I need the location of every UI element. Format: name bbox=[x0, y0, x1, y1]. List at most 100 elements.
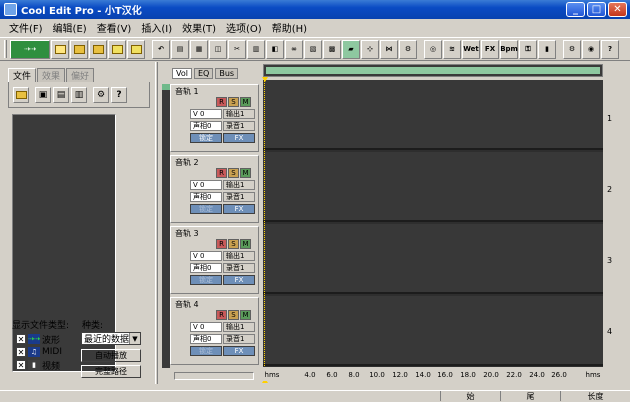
tab-eq[interactable]: EQ bbox=[193, 68, 214, 79]
chevron-down-icon[interactable]: ▼ bbox=[129, 333, 140, 344]
copy-icon[interactable]: ▧ bbox=[304, 39, 322, 59]
close-button[interactable]: ✕ bbox=[608, 2, 627, 17]
kind-select[interactable]: 最近的数据 ▼ bbox=[81, 332, 141, 345]
track-header-4[interactable]: 音轨 4 R S M V 0 输出1 声相0 录音1 锁定 FX bbox=[170, 297, 259, 365]
echo-icon[interactable]: ≋ bbox=[443, 39, 461, 59]
undo-icon[interactable]: ↶ bbox=[152, 39, 170, 59]
volume-field[interactable]: V 0 bbox=[190, 180, 222, 190]
track-lane-2[interactable] bbox=[263, 152, 603, 222]
playhead-line[interactable] bbox=[264, 80, 265, 370]
waveform-view-button[interactable]: ⇢⇢ bbox=[10, 39, 50, 59]
options-icon[interactable]: ⚙ bbox=[93, 86, 109, 103]
grid-icon[interactable]: ▩ bbox=[323, 39, 341, 59]
menu-edit[interactable]: 编辑(E) bbox=[48, 20, 92, 35]
output-field[interactable]: 输出1 bbox=[223, 251, 255, 261]
session-overview-bar[interactable] bbox=[263, 64, 603, 77]
save-icon[interactable] bbox=[108, 39, 126, 59]
tab-bus[interactable]: Bus bbox=[215, 68, 239, 79]
bpm-button[interactable]: Bpm bbox=[500, 39, 518, 59]
split-icon[interactable]: ▥ bbox=[247, 39, 265, 59]
volume-field[interactable]: V 0 bbox=[190, 109, 222, 119]
fx-button[interactable]: FX bbox=[223, 346, 255, 356]
menu-effects[interactable]: 效果(T) bbox=[177, 20, 221, 35]
input-field[interactable]: 录音1 bbox=[223, 263, 255, 273]
tab-vol[interactable]: Vol bbox=[172, 68, 192, 79]
playhead-top-marker[interactable] bbox=[262, 77, 268, 82]
output-field[interactable]: 输出1 bbox=[223, 109, 255, 119]
track-header-2[interactable]: 音轨 2 R S M V 0 输出1 声相0 录音1 锁定 FX bbox=[170, 155, 259, 223]
volume-field[interactable]: V 0 bbox=[190, 322, 222, 332]
pan-field[interactable]: 声相0 bbox=[190, 192, 222, 202]
fx-button[interactable]: FX bbox=[223, 275, 255, 285]
input-field[interactable]: 录音1 bbox=[223, 121, 255, 131]
mix-icon[interactable]: ▤ bbox=[171, 39, 189, 59]
frame-icon[interactable]: ◫ bbox=[209, 39, 227, 59]
import-icon[interactable]: ▣ bbox=[35, 86, 51, 103]
reverb-icon[interactable]: ◎ bbox=[424, 39, 442, 59]
tab-effects[interactable]: 效果 bbox=[37, 68, 66, 82]
track-lane-3[interactable] bbox=[263, 224, 603, 294]
record-arm-button[interactable]: R bbox=[216, 97, 227, 107]
settings-icon[interactable]: ⚙ bbox=[563, 39, 581, 59]
track-header-3[interactable]: 音轨 3 R S M V 0 输出1 声相0 录音1 锁定 FX bbox=[170, 226, 259, 294]
auto-play-button[interactable]: 自动播放 bbox=[81, 349, 141, 362]
snap-icon[interactable]: ⊹ bbox=[361, 39, 379, 59]
overview-range[interactable] bbox=[266, 67, 600, 74]
full-path-button[interactable]: 完整路径 bbox=[81, 365, 141, 378]
solo-button[interactable]: S bbox=[228, 239, 239, 249]
output-field[interactable]: 输出1 bbox=[223, 322, 255, 332]
maximize-button[interactable]: □ bbox=[587, 2, 606, 17]
insert-icon[interactable]: ▤ bbox=[53, 86, 69, 103]
select-wave-icon[interactable]: ▰ bbox=[342, 39, 360, 59]
mute-button[interactable]: M bbox=[240, 97, 251, 107]
help-icon[interactable]: ? bbox=[111, 86, 127, 103]
track-header-1[interactable]: 音轨 1 R S M V 0 输出1 声相0 录音1 锁定 FX bbox=[170, 84, 259, 152]
solo-button[interactable]: S bbox=[228, 97, 239, 107]
track-icon[interactable]: ▦ bbox=[190, 39, 208, 59]
lock-button[interactable]: 锁定 bbox=[190, 346, 222, 356]
fx-button[interactable]: FX bbox=[223, 204, 255, 214]
tab-favorites[interactable]: 偏好 bbox=[66, 68, 95, 82]
crossfade-icon[interactable]: ⋈ bbox=[380, 39, 398, 59]
filetype-midi-row[interactable]: ✕ ♫ MIDI bbox=[16, 346, 62, 358]
gear-wave-icon[interactable]: ⚙ bbox=[399, 39, 417, 59]
volume-field[interactable]: V 0 bbox=[190, 251, 222, 261]
cd-icon[interactable]: ◉ bbox=[582, 39, 600, 59]
insert-multi-icon[interactable]: ▥ bbox=[71, 86, 87, 103]
time-ruler[interactable]: hms 4.0 6.0 8.0 10.0 12.0 14.0 16.0 18.0… bbox=[263, 367, 603, 381]
multitrack-area[interactable] bbox=[263, 80, 603, 367]
midi-checkbox[interactable]: ✕ bbox=[16, 347, 26, 357]
meter-icon[interactable]: ▮ bbox=[538, 39, 556, 59]
wave-checkbox[interactable]: ✕ bbox=[16, 334, 26, 344]
menu-file[interactable]: 文件(F) bbox=[4, 20, 48, 35]
loop-icon[interactable]: ∞ bbox=[285, 39, 303, 59]
cut-icon[interactable]: ✂ bbox=[228, 39, 246, 59]
menu-options[interactable]: 选项(O) bbox=[221, 20, 267, 35]
track-lane-4[interactable] bbox=[263, 296, 603, 366]
filetype-video-row[interactable]: ✕ ▮ 视频 bbox=[16, 359, 60, 372]
solo-button[interactable]: S bbox=[228, 168, 239, 178]
record-arm-button[interactable]: R bbox=[216, 239, 227, 249]
output-field[interactable]: 输出1 bbox=[223, 180, 255, 190]
input-field[interactable]: 录音1 bbox=[223, 334, 255, 344]
solo-button[interactable]: S bbox=[228, 310, 239, 320]
menu-insert[interactable]: 插入(I) bbox=[136, 20, 177, 35]
open-folder-icon[interactable] bbox=[13, 86, 29, 103]
pan-field[interactable]: 声相0 bbox=[190, 121, 222, 131]
open-session-icon[interactable] bbox=[89, 39, 107, 59]
menu-view[interactable]: 查看(V) bbox=[92, 20, 137, 35]
tab-files[interactable]: 文件 bbox=[8, 68, 37, 82]
mute-button[interactable]: M bbox=[240, 168, 251, 178]
minimize-button[interactable]: _ bbox=[566, 2, 585, 17]
lock-button[interactable]: 锁定 bbox=[190, 133, 222, 143]
help-icon[interactable]: ? bbox=[601, 39, 619, 59]
lock-button[interactable]: 锁定 bbox=[190, 204, 222, 214]
open-folder-icon[interactable] bbox=[70, 39, 88, 59]
video-checkbox[interactable]: ✕ bbox=[16, 360, 26, 370]
save-session-icon[interactable] bbox=[127, 39, 145, 59]
pan-field[interactable]: 声相0 bbox=[190, 334, 222, 344]
key-icon[interactable]: ⚿ bbox=[519, 39, 537, 59]
fx-button[interactable]: FX bbox=[481, 39, 499, 59]
track-header-scrollbar[interactable] bbox=[174, 372, 254, 380]
lock-button[interactable]: 锁定 bbox=[190, 275, 222, 285]
